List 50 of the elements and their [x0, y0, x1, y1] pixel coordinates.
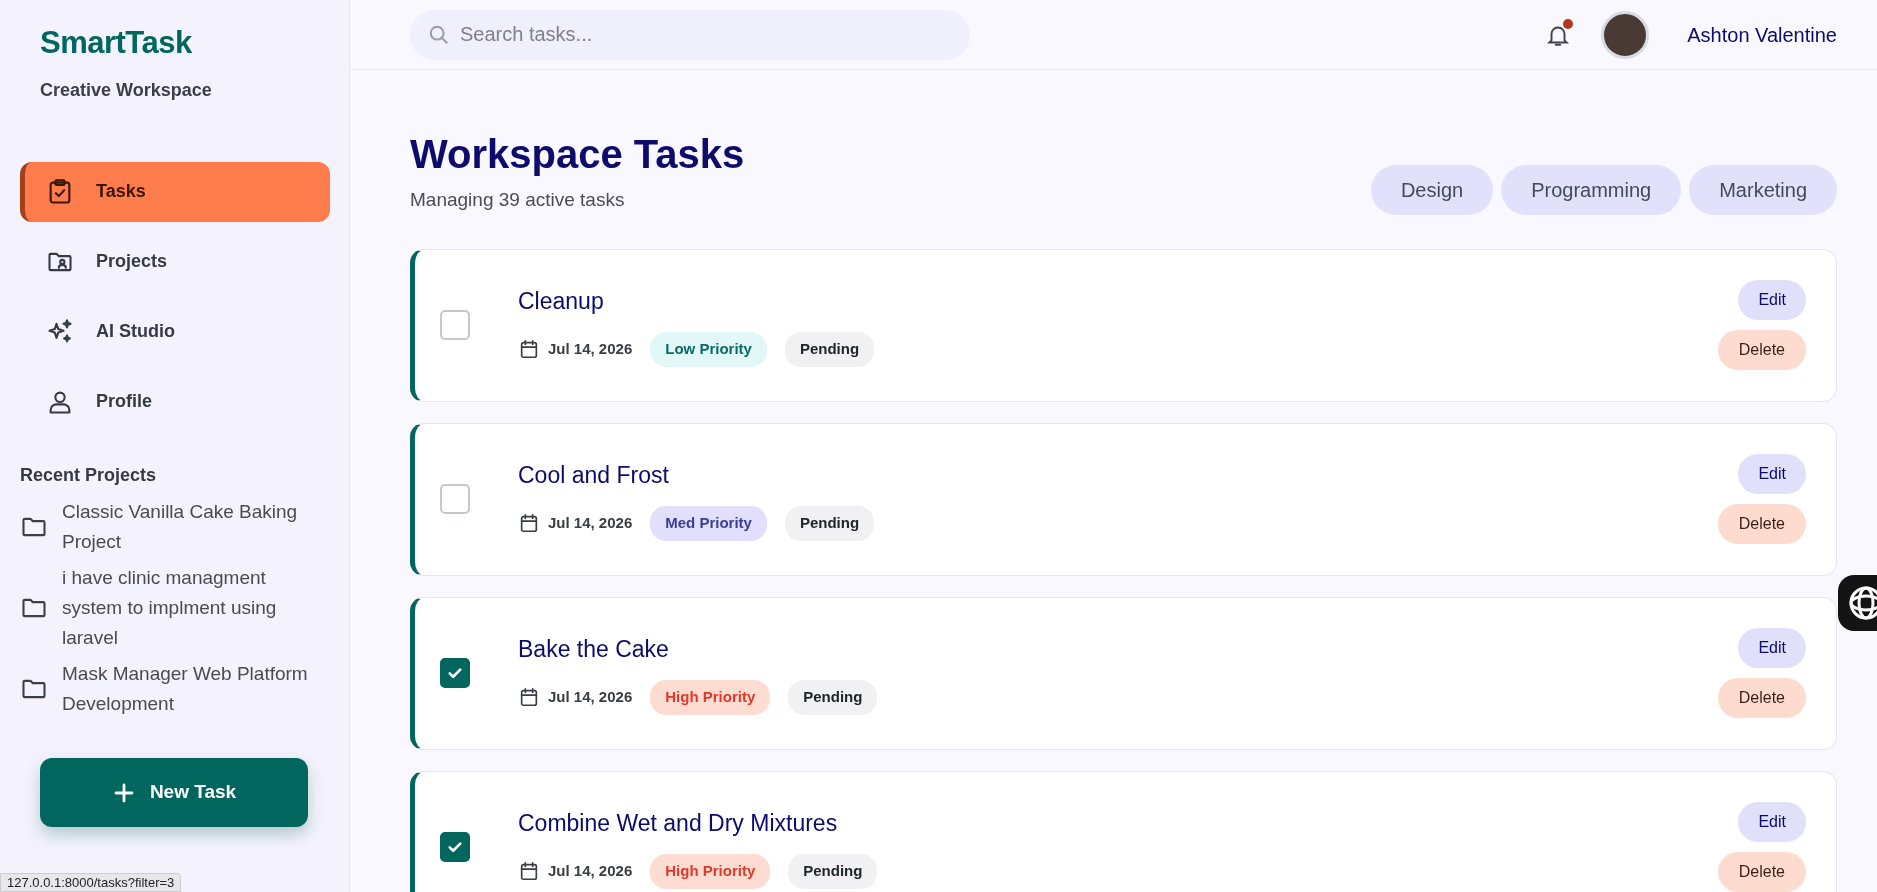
task-title: Combine Wet and Dry Mixtures: [518, 808, 839, 838]
brand-logo: SmartTask: [40, 24, 193, 62]
status-badge: Pending: [784, 332, 875, 367]
priority-badge: Low Priority: [650, 332, 767, 367]
status-badge: Pending: [788, 854, 878, 889]
recent-project-item[interactable]: Mask Manager Web Platform Development: [20, 658, 317, 719]
delete-button[interactable]: Delete: [1717, 852, 1806, 892]
edit-button[interactable]: Edit: [1738, 280, 1806, 320]
brand-subtitle: Creative Workspace: [40, 78, 213, 102]
task-date: Jul 14, 2026: [548, 861, 633, 881]
filter-chip[interactable]: Marketing: [1689, 164, 1837, 215]
task-date: Jul 14, 2026: [548, 513, 633, 533]
delete-button[interactable]: Delete: [1717, 678, 1806, 718]
delete-button[interactable]: Delete: [1717, 504, 1806, 544]
calendar-icon: [518, 860, 540, 883]
priority-badge: Med Priority: [650, 506, 767, 541]
page-title: Workspace Tasks: [410, 131, 745, 178]
notification-bell-icon[interactable]: [1545, 20, 1572, 49]
task-date: Jul 14, 2026: [548, 687, 633, 707]
delete-button[interactable]: Delete: [1717, 330, 1806, 370]
task-title: Bake the Cake: [518, 634, 670, 664]
search-icon: [428, 23, 450, 46]
task-checkbox[interactable]: [440, 658, 470, 688]
filter-chip[interactable]: Design: [1370, 164, 1494, 215]
status-badge: Pending: [784, 506, 875, 541]
status-url: 127.0.0.1:8000/tasks?filter=3: [0, 873, 182, 892]
priority-badge: High Priority: [650, 854, 771, 889]
calendar-icon: [518, 512, 540, 535]
calendar-icon: [518, 338, 540, 361]
task-date: Jul 14, 2026: [548, 339, 633, 359]
edit-button[interactable]: Edit: [1738, 628, 1806, 668]
nav-item[interactable]: Profile: [20, 371, 330, 432]
task-title: Cool and Frost: [518, 460, 670, 490]
edit-button[interactable]: Edit: [1738, 802, 1806, 842]
calendar-icon: [518, 686, 540, 709]
edit-button[interactable]: Edit: [1738, 454, 1806, 494]
recent-project-item[interactable]: i have clinic managment system to implment using laravel: [20, 562, 317, 653]
page-subtitle: Managing 39 active tasks: [410, 188, 626, 212]
task-title: Cleanup: [518, 286, 605, 316]
task-checkbox[interactable]: [440, 832, 470, 862]
section-heading: Recent Projects: [20, 463, 158, 487]
nav-item[interactable]: Tasks: [20, 161, 330, 222]
nav-item[interactable]: Projects: [20, 231, 330, 292]
search-field[interactable]: Search tasks...: [410, 9, 970, 60]
priority-badge: High Priority: [650, 680, 771, 715]
nav-item[interactable]: AI Studio: [20, 301, 330, 362]
status-badge: Pending: [788, 680, 878, 715]
new-task-button[interactable]: New Task: [40, 758, 308, 827]
filter-chip[interactable]: Programming: [1501, 164, 1682, 215]
user-name: Ashton Valentine: [1687, 22, 1837, 48]
